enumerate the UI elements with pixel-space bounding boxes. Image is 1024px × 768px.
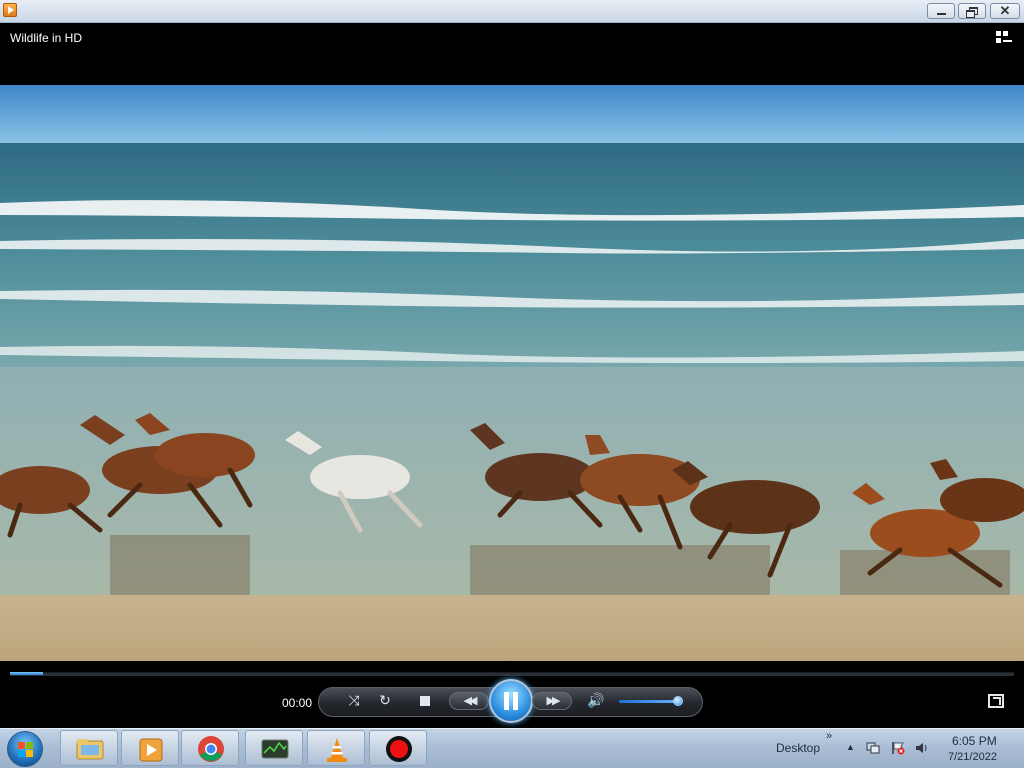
folder-icon (76, 739, 104, 760)
windows-logo-icon (18, 742, 25, 749)
taskbar-vlc[interactable] (307, 730, 365, 766)
taskbar-windows-media-player[interactable] (121, 730, 179, 766)
repeat-icon: ↻ (379, 692, 391, 708)
media-player-icon (139, 738, 163, 762)
close-icon: ✕ (999, 3, 1011, 18)
stop-button[interactable] (419, 695, 431, 707)
action-center-flag-icon[interactable] (891, 741, 905, 755)
previous-icon: ◀◀ (463, 695, 478, 707)
speaker-icon[interactable] (915, 741, 929, 755)
restore-button[interactable] (958, 3, 986, 19)
shuffle-icon: ⤨ (348, 692, 360, 708)
shuffle-button[interactable]: ⤨ (345, 692, 363, 710)
volume-icon: 🔊 (587, 692, 605, 708)
start-button[interactable] (7, 731, 43, 767)
volume-slider-thumb[interactable] (673, 696, 683, 706)
next-button[interactable]: ▶▶ (532, 692, 572, 710)
fullscreen-button[interactable] (988, 694, 1004, 708)
minimize-button[interactable] (927, 3, 955, 19)
record-icon (386, 736, 412, 762)
pause-button[interactable] (489, 679, 533, 723)
video-scene-horses-on-beach (0, 85, 1024, 661)
network-icon[interactable] (866, 741, 880, 755)
next-icon: ▶▶ (546, 695, 561, 707)
close-button[interactable]: ✕ (990, 3, 1020, 19)
seek-bar-progress (10, 672, 43, 675)
taskbar-task-manager[interactable] (245, 730, 303, 766)
desktop-toolbar-chevron-icon[interactable]: » (826, 730, 832, 742)
switch-to-library-icon[interactable] (994, 30, 1014, 46)
clock-time[interactable]: 6:05 PM (952, 734, 997, 748)
taskbar-file-explorer[interactable] (60, 730, 118, 766)
chrome-icon (198, 736, 224, 762)
elapsed-time: 00:00 (282, 696, 313, 710)
window-titlebar[interactable]: ✕ (0, 0, 1024, 23)
pause-icon (504, 692, 509, 710)
clock-date[interactable]: 7/21/2022 (948, 751, 997, 763)
seek-bar[interactable] (10, 672, 1014, 676)
video-frame[interactable] (0, 85, 1024, 661)
previous-button[interactable]: ◀◀ (449, 692, 489, 710)
taskbar-recorder[interactable] (369, 730, 427, 766)
taskbar-chrome[interactable] (181, 730, 239, 766)
now-playing-title: Wildlife in HD (10, 31, 83, 45)
media-player-app-icon[interactable] (3, 3, 17, 17)
desktop-toolbar-label[interactable]: Desktop (776, 741, 820, 755)
show-hidden-icons-button[interactable]: ▲ (846, 742, 855, 752)
mute-button[interactable]: 🔊 (586, 692, 606, 710)
now-playing-header (0, 23, 1024, 85)
vlc-cone-icon (327, 738, 347, 762)
repeat-button[interactable]: ↻ (376, 692, 394, 710)
task-manager-icon (261, 739, 289, 759)
